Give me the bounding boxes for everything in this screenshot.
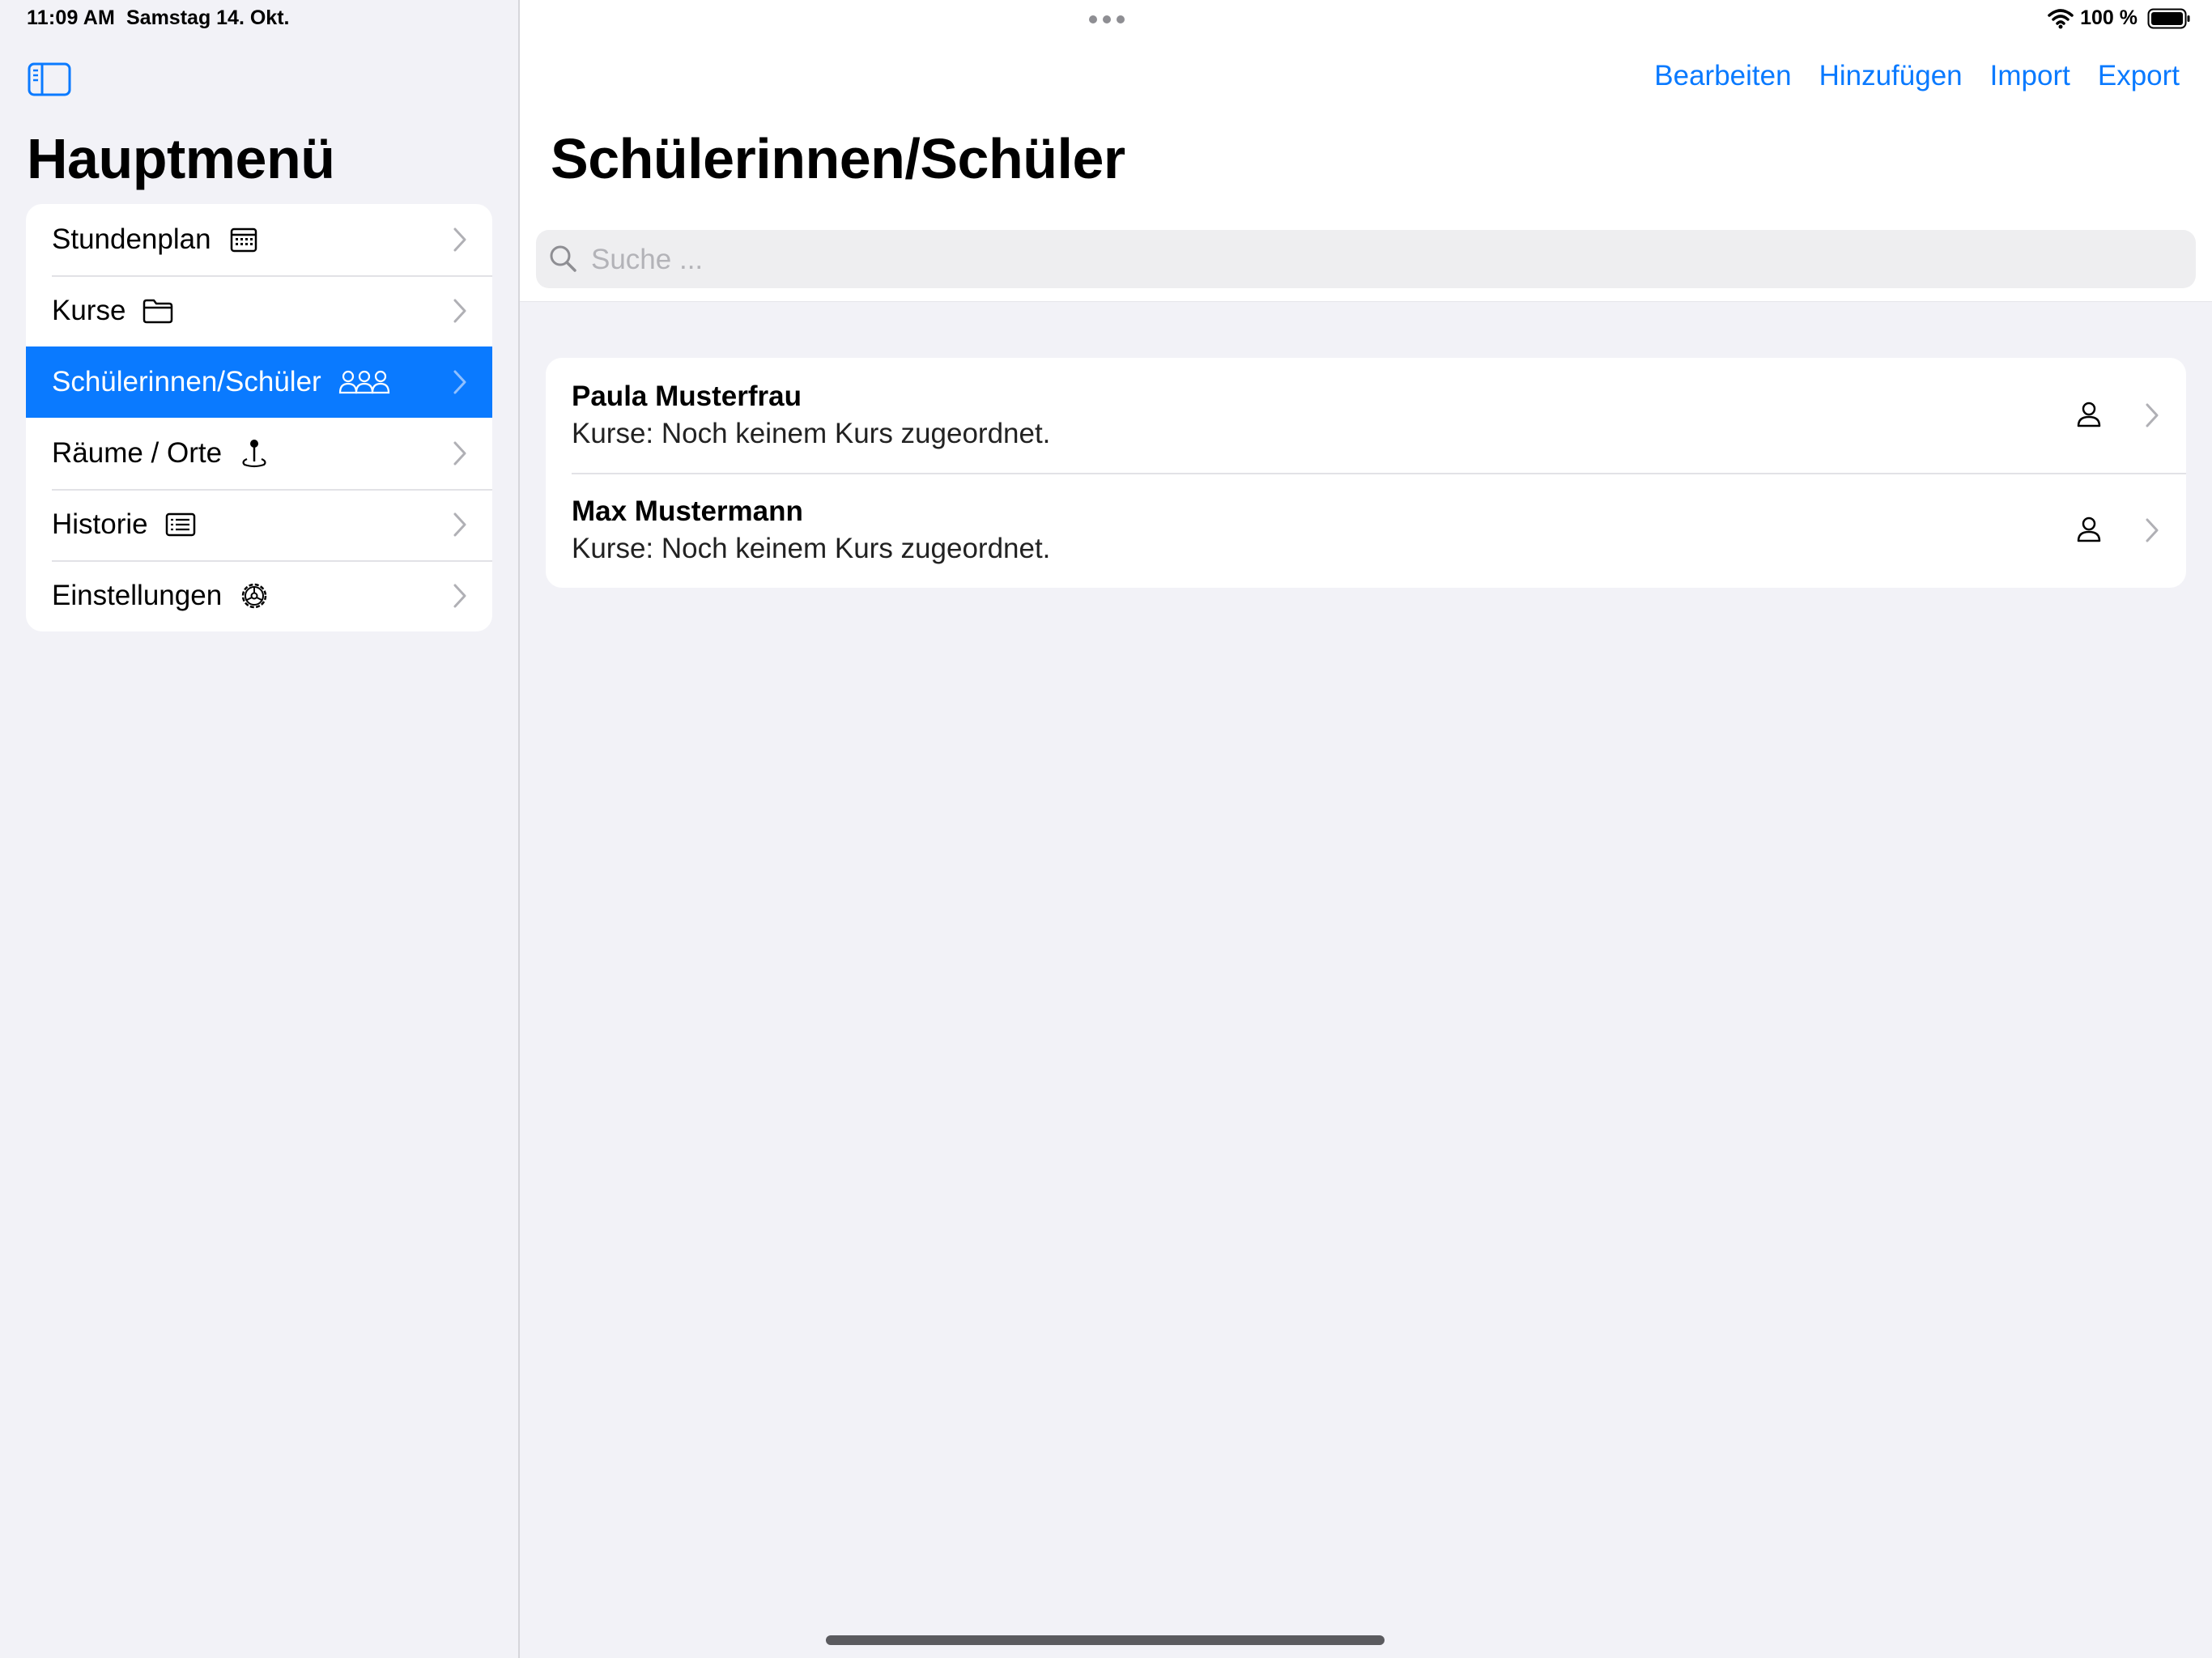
edit-button[interactable]: Bearbeiten	[1654, 60, 1791, 92]
sidebar-item-historie[interactable]: Historie	[26, 489, 492, 560]
sidebar-item-raeume[interactable]: Räume / Orte	[26, 418, 492, 489]
battery-percentage: 100 %	[2080, 6, 2138, 29]
student-courses: Kurse: Noch keinem Kurs zugeordnet.	[572, 533, 1051, 564]
chevron-right-icon	[453, 299, 466, 323]
status-indicators: 100 %	[2048, 6, 2191, 30]
people-icon	[338, 370, 389, 394]
battery-icon	[2147, 8, 2190, 28]
student-name: Paula Musterfrau	[572, 380, 802, 412]
sidebar: 11:09 AM Samstag 14. Okt. Hauptmenü Stun…	[0, 0, 520, 1658]
student-courses: Kurse: Noch keinem Kurs zugeordnet.	[572, 418, 1051, 449]
import-button[interactable]: Import	[1990, 60, 2070, 92]
search-bar[interactable]	[536, 230, 2196, 290]
wifi-icon	[2048, 8, 2074, 28]
list-document-icon	[165, 512, 195, 537]
chevron-right-icon	[2146, 403, 2159, 427]
sidebar-title: Hauptmenü	[27, 127, 335, 190]
sidebar-item-label: Räume / Orte	[52, 437, 223, 469]
person-icon	[2077, 517, 2101, 542]
location-pin-icon	[242, 440, 266, 468]
chevron-right-icon	[453, 441, 466, 466]
chevron-right-icon	[453, 584, 466, 608]
calendar-icon	[230, 227, 257, 253]
sidebar-item-stundenplan[interactable]: Stundenplan	[26, 204, 492, 275]
chevron-right-icon	[453, 512, 466, 537]
sidebar-item-schueler[interactable]: Schülerinnen/Schüler	[26, 346, 492, 418]
sidebar-item-label: Kurse	[52, 295, 126, 326]
person-icon	[2077, 402, 2101, 427]
toolbar: Bearbeiten Hinzufügen Import Export	[1654, 60, 2180, 92]
add-button[interactable]: Hinzufügen	[1819, 60, 1963, 92]
search-input[interactable]	[589, 230, 2180, 290]
student-name: Max Mustermann	[572, 495, 803, 527]
main-menu: Stundenplan Kurse Schülerinnen/Schüler R…	[26, 204, 492, 631]
main-header: 100 % Bearbeiten Hinzufügen Import Expor…	[520, 0, 2212, 302]
main-panel: 100 % Bearbeiten Hinzufügen Import Expor…	[520, 0, 2212, 1658]
list-item[interactable]: Paula Musterfrau Kurse: Noch keinem Kurs…	[546, 358, 2186, 473]
page-title: Schülerinnen/Schüler	[551, 127, 1125, 190]
sidebar-item-einstellungen[interactable]: Einstellungen	[26, 560, 492, 631]
sidebar-item-kurse[interactable]: Kurse	[26, 275, 492, 346]
gear-icon	[241, 583, 267, 609]
chevron-right-icon	[2146, 518, 2159, 542]
chevron-right-icon	[453, 370, 466, 394]
multitasking-dots-icon[interactable]	[1088, 15, 1125, 24]
sidebar-toggle-icon[interactable]	[28, 62, 71, 97]
sidebar-item-label: Einstellungen	[52, 580, 223, 611]
chevron-right-icon	[453, 227, 466, 252]
home-indicator[interactable]	[826, 1635, 1385, 1645]
sidebar-item-label: Stundenplan	[52, 223, 211, 255]
status-time: 11:09 AM	[27, 6, 116, 29]
search-icon	[550, 245, 576, 272]
list-item[interactable]: Max Mustermann Kurse: Noch keinem Kurs z…	[546, 473, 2186, 588]
folder-icon	[143, 299, 173, 324]
sidebar-item-label: Historie	[52, 508, 148, 540]
sidebar-item-label: Schülerinnen/Schüler	[52, 366, 321, 397]
status-date: Samstag 14. Okt.	[126, 6, 290, 29]
student-list: Paula Musterfrau Kurse: Noch keinem Kurs…	[546, 358, 2186, 588]
export-button[interactable]: Export	[2098, 60, 2180, 92]
